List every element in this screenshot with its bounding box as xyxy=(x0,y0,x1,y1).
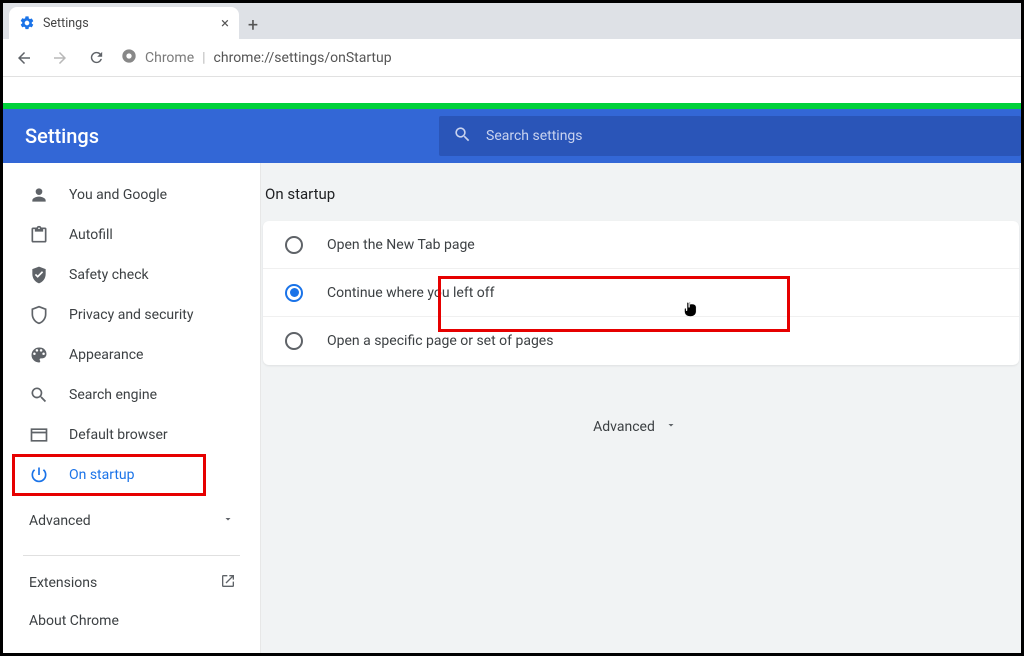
sidebar-extensions-label: Extensions xyxy=(29,575,97,591)
search-settings[interactable] xyxy=(439,116,1021,156)
search-icon xyxy=(29,385,49,405)
search-icon xyxy=(453,125,472,148)
sidebar-about[interactable]: About Chrome xyxy=(3,602,260,640)
sidebar-item-label: Appearance xyxy=(69,347,143,363)
sidebar-item-label: On startup xyxy=(69,467,135,483)
power-icon xyxy=(29,465,49,485)
page-title: Settings xyxy=(3,124,439,148)
radio-icon xyxy=(285,332,303,350)
tab-title: Settings xyxy=(43,16,89,31)
main-panel: On startup Open the New Tab page Continu… xyxy=(261,163,1021,653)
palette-icon xyxy=(29,345,49,365)
startup-options-card: Open the New Tab page Continue where you… xyxy=(263,221,1019,365)
sidebar-item-label: You and Google xyxy=(69,187,167,203)
option-continue[interactable]: Continue where you left off xyxy=(263,269,1019,317)
option-label: Open the New Tab page xyxy=(327,237,475,253)
url-separator: | xyxy=(202,50,205,66)
sidebar-item-search-engine[interactable]: Search engine xyxy=(3,375,260,415)
sidebar-item-privacy[interactable]: Privacy and security xyxy=(3,295,260,335)
reload-button[interactable] xyxy=(85,47,107,69)
chevron-down-icon xyxy=(665,419,677,435)
sidebar-item-default-browser[interactable]: Default browser xyxy=(3,415,260,455)
clipboard-icon xyxy=(29,225,49,245)
chrome-icon xyxy=(121,48,137,68)
option-specific-pages[interactable]: Open a specific page or set of pages xyxy=(263,317,1019,365)
browser-icon xyxy=(29,425,49,445)
search-input[interactable] xyxy=(486,128,1007,144)
close-icon[interactable]: × xyxy=(221,14,229,32)
sidebar-item-appearance[interactable]: Appearance xyxy=(3,335,260,375)
url-text: chrome://settings/onStartup xyxy=(214,50,392,66)
sidebar-advanced-label: Advanced xyxy=(29,513,91,529)
sidebar-item-autofill[interactable]: Autofill xyxy=(3,215,260,255)
sidebar-advanced-toggle[interactable]: Advanced xyxy=(3,501,260,541)
sidebar-extensions[interactable]: Extensions xyxy=(3,564,260,602)
shield-check-icon xyxy=(29,265,49,285)
sidebar-item-safety[interactable]: Safety check xyxy=(3,255,260,295)
option-new-tab[interactable]: Open the New Tab page xyxy=(263,221,1019,269)
sidebar-separator xyxy=(23,555,240,556)
advanced-toggle[interactable]: Advanced xyxy=(263,419,1019,435)
sidebar-item-on-startup[interactable]: On startup xyxy=(3,455,260,495)
sidebar-item-label: Safety check xyxy=(69,267,149,283)
content-area: You and Google Autofill Safety check Pri… xyxy=(3,163,1021,653)
radio-checked-icon xyxy=(285,284,303,302)
sidebar-item-label: Privacy and security xyxy=(69,307,193,323)
radio-icon xyxy=(285,236,303,254)
advanced-label: Advanced xyxy=(593,419,655,435)
address-bar[interactable]: Chrome | chrome://settings/onStartup xyxy=(121,48,392,68)
gear-icon xyxy=(19,15,35,31)
new-tab-button[interactable]: + xyxy=(239,11,267,39)
sidebar-about-label: About Chrome xyxy=(29,613,119,629)
section-title: On startup xyxy=(263,185,1019,203)
url-label: Chrome xyxy=(145,50,194,66)
settings-header: Settings xyxy=(3,109,1021,163)
option-label: Open a specific page or set of pages xyxy=(327,333,553,349)
sidebar-item-label: Default browser xyxy=(69,427,168,443)
forward-button[interactable] xyxy=(49,47,71,69)
sidebar-item-you-google[interactable]: You and Google xyxy=(3,175,260,215)
sidebar-item-label: Autofill xyxy=(69,227,113,243)
shield-icon xyxy=(29,305,49,325)
sidebar-item-label: Search engine xyxy=(69,387,157,403)
content-gap xyxy=(3,77,1021,103)
option-label: Continue where you left off xyxy=(327,285,495,301)
browser-toolbar: Chrome | chrome://settings/onStartup xyxy=(3,39,1021,77)
browser-tab[interactable]: Settings × xyxy=(9,7,239,39)
back-button[interactable] xyxy=(13,47,35,69)
chevron-down-icon xyxy=(222,513,234,529)
browser-tab-strip: Settings × + xyxy=(3,3,1021,39)
person-icon xyxy=(29,185,49,205)
external-link-icon xyxy=(220,573,236,593)
sidebar: You and Google Autofill Safety check Pri… xyxy=(3,163,261,653)
